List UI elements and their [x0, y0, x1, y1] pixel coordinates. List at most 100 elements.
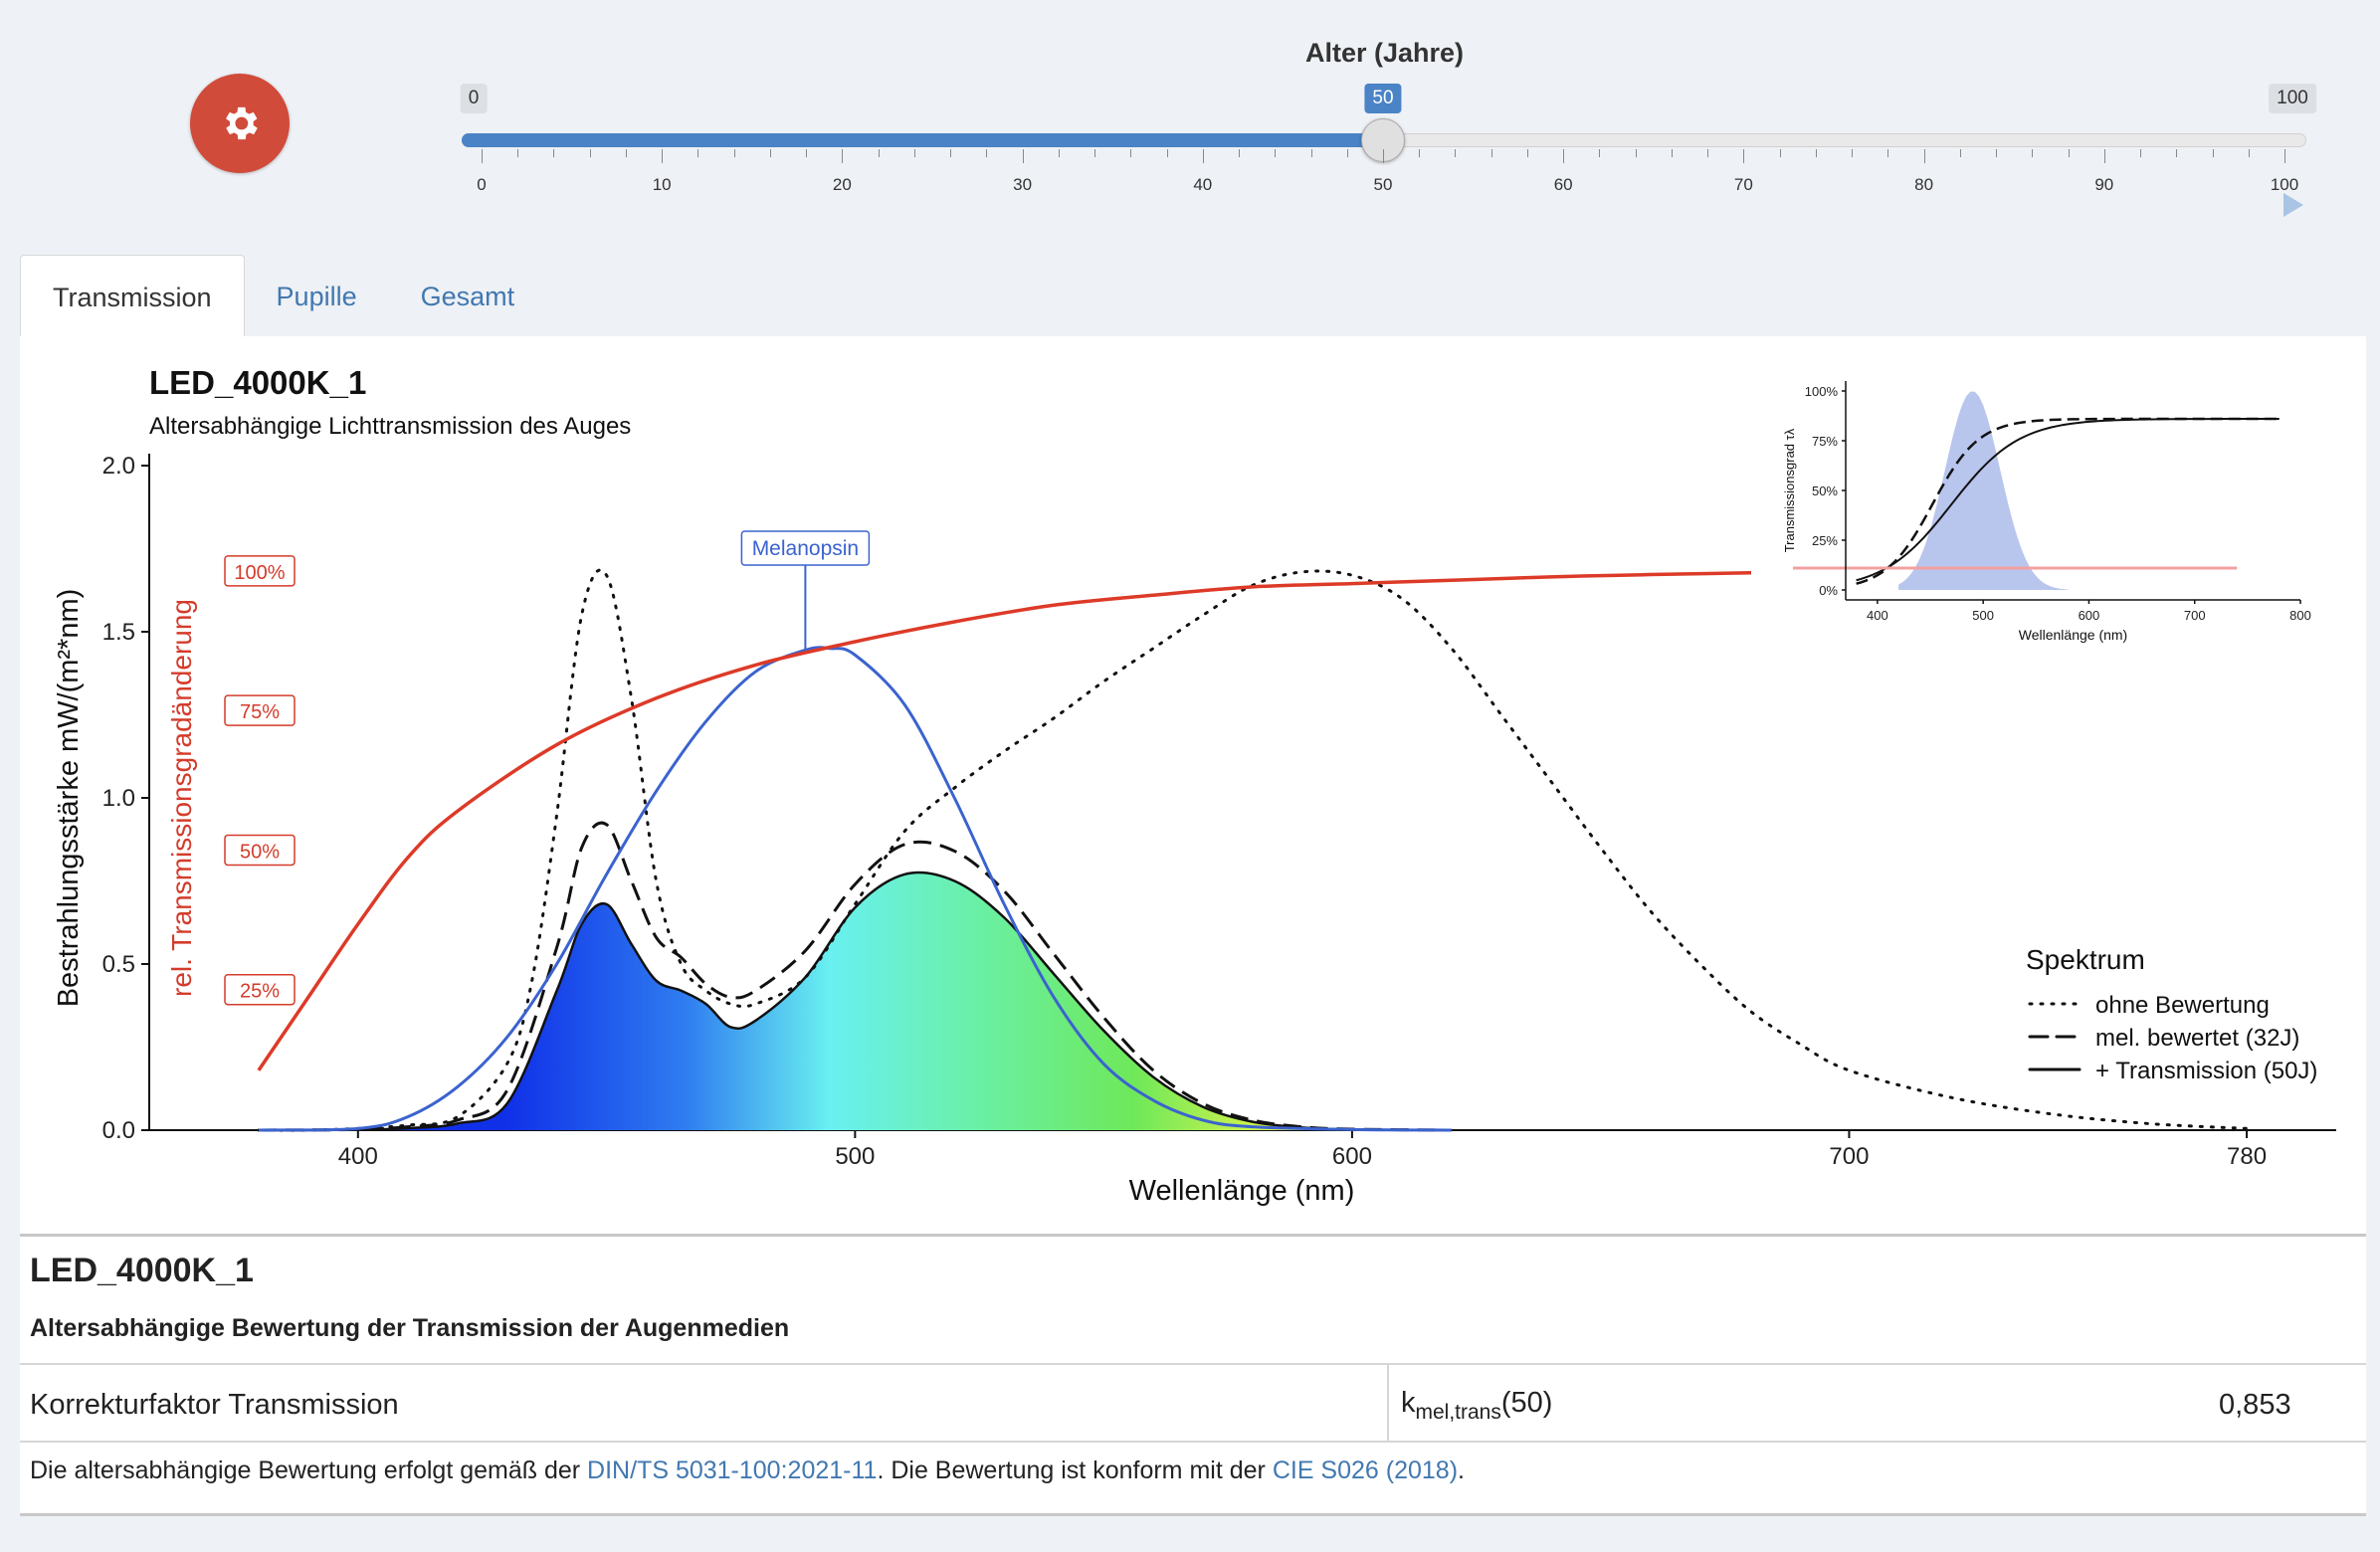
slider-tick-label: 0	[477, 175, 487, 194]
tab-gesamt[interactable]: Gesamt	[389, 255, 547, 338]
slider-tick	[1526, 149, 1528, 157]
slider-tick	[2284, 149, 2285, 163]
y-tick-label: 2.0	[102, 453, 135, 480]
slider-tick	[1635, 149, 1637, 157]
cie-link[interactable]: CIE S026 (2018)	[1273, 1456, 1458, 1484]
slider-tick-label: 80	[1914, 175, 1934, 194]
inset-y-axis-label: Transmissionsgrad τλ	[1782, 428, 1797, 552]
info-subtitle: Altersabhängige Bewertung der Transmissi…	[30, 1314, 790, 1342]
slider-tick	[1779, 149, 1781, 157]
footnote-text-2: . Die Bewertung ist konform mit der	[877, 1456, 1273, 1484]
tab-bar: Transmission Pupille Gesamt	[20, 255, 546, 338]
table-row: Korrekturfaktor Transmission kmel,trans(…	[20, 1363, 2366, 1443]
slider-tick	[625, 149, 627, 157]
slider-tick-label: 100	[2270, 175, 2299, 194]
slider-tick	[1310, 149, 1312, 157]
slider-tick	[1275, 149, 1277, 157]
slider-tick	[2176, 149, 2178, 157]
tab-pupille[interactable]: Pupille	[245, 255, 389, 338]
slider-tick-label: 90	[2094, 175, 2114, 194]
tab-panel: LED_4000K_1 Altersabhängige Lichttransmis…	[20, 336, 2366, 1516]
slider-fill	[462, 133, 1383, 147]
slider-tick	[517, 149, 519, 157]
footnote: Die altersabhängige Bewertung erfolgt ge…	[30, 1456, 1465, 1485]
slider-tick	[1996, 149, 1998, 157]
section-divider	[20, 1234, 2366, 1237]
slider-tick	[1490, 149, 1492, 157]
row-label: Korrekturfaktor Transmission	[30, 1389, 399, 1421]
slider-tick	[1455, 149, 1457, 157]
y-tick-label: 0.0	[102, 1117, 135, 1144]
symbol-arg: (50)	[1500, 1387, 1553, 1419]
slider-tick	[842, 149, 844, 163]
x-axis-label: Wellenlänge (nm)	[1129, 1175, 1355, 1207]
column-divider	[1387, 1365, 1389, 1441]
spectrum-chart: LED_4000K_1 Altersabhängige Lichttransmis…	[53, 364, 2338, 1207]
slider-tick	[1419, 149, 1421, 157]
slider-tick	[806, 149, 808, 157]
slider-tick	[1707, 149, 1709, 157]
info-title: LED_4000K_1	[30, 1252, 254, 1289]
slider-tick	[1202, 149, 1204, 163]
slider-tick	[1239, 149, 1241, 157]
slider-tick	[662, 149, 664, 163]
panel-bottom-border	[20, 1513, 2366, 1516]
slider-tick-label: 40	[1193, 175, 1213, 194]
legend-entry: + Transmission (50J)	[2095, 1058, 2317, 1084]
slider-tick	[2068, 149, 2070, 157]
tab-transmission[interactable]: Transmission	[20, 255, 245, 338]
slider-tick	[1815, 149, 1817, 157]
inset-y-tick-label: 0%	[1819, 583, 1838, 598]
correction-symbol: kmel,trans(50)	[1401, 1387, 1552, 1425]
slider-tick	[1852, 149, 1854, 157]
slider-tick	[2248, 149, 2250, 157]
inset-x-tick-label: 600	[2079, 608, 2100, 623]
inset-x-tick-label: 700	[2184, 608, 2206, 623]
slider-tick	[1058, 149, 1060, 157]
slider-tick	[1959, 149, 1961, 157]
x-tick-label: 780	[2227, 1143, 2267, 1170]
settings-button[interactable]	[190, 74, 290, 173]
x-tick-label: 400	[338, 1143, 378, 1170]
y2-label: 100%	[234, 562, 285, 584]
slider-tick	[769, 149, 771, 157]
slider-min-chip: 0	[460, 84, 488, 113]
legend-title: Spektrum	[2026, 944, 2145, 975]
footnote-text-1: Die altersabhängige Bewertung erfolgt ge…	[30, 1456, 588, 1484]
y-tick-label: 1.5	[102, 619, 135, 646]
slider-tick	[1130, 149, 1132, 157]
y2-axis-label: rel. Transmissionsgradänderung	[166, 599, 197, 997]
slider-tick-label: 30	[1013, 175, 1033, 194]
y2-label: 75%	[240, 701, 280, 723]
age-slider[interactable]: 0 100 50 0 10 20 30 40 50 60 70 80 90 100	[460, 84, 2316, 213]
inset-x-tick-label: 800	[2289, 608, 2311, 623]
slider-tick	[733, 149, 735, 157]
slider-tick	[1346, 149, 1348, 157]
y-axis-label: Bestrahlungsstärke mW/(m²*nm)	[53, 589, 85, 1008]
slider-tick	[913, 149, 915, 157]
slider-tick	[1563, 149, 1565, 163]
slider-tick	[1599, 149, 1601, 157]
chart-subtitle: Altersabhängige Lichttransmission des Au…	[149, 413, 631, 440]
slider-tick	[986, 149, 988, 157]
slider-tick-label: 70	[1733, 175, 1753, 194]
slider-tick	[878, 149, 880, 157]
slider-tick-label: 10	[652, 175, 672, 194]
y2-label: 50%	[240, 841, 280, 863]
slider-tick-label: 20	[832, 175, 852, 194]
melanopsin-label: Melanopsin	[752, 537, 859, 560]
footnote-text-3: .	[1458, 1456, 1465, 1484]
slider-tick	[589, 149, 591, 157]
legend-entry: ohne Bewertung	[2095, 992, 2270, 1019]
chart-area: LED_4000K_1 Altersabhängige Lichttransmis…	[20, 336, 2366, 1232]
slider-tick	[2103, 149, 2105, 163]
play-icon[interactable]	[2283, 193, 2303, 217]
din-link[interactable]: DIN/TS 5031-100:2021-11	[587, 1456, 877, 1484]
slider-tick	[2032, 149, 2034, 157]
inset-chart: 0% 25% 50% 75% 100% 400 500 600 700 800 Wellenläng…	[1751, 366, 2338, 675]
slider-tick	[482, 149, 483, 163]
slider-tick	[1671, 149, 1673, 157]
x-tick-label: 500	[835, 1143, 875, 1170]
slider-tick	[1022, 149, 1024, 163]
slider-tick-label: 60	[1553, 175, 1573, 194]
